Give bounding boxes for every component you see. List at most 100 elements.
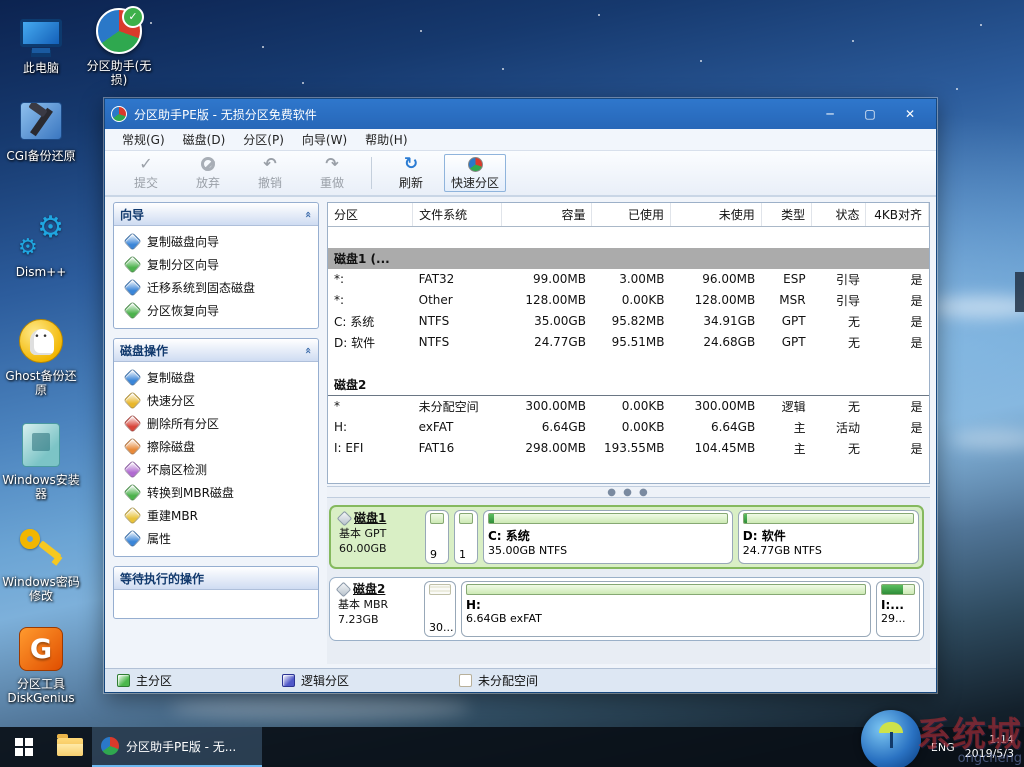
cloud: [950, 430, 1024, 448]
disk-group-row[interactable]: 磁盘2: [328, 374, 929, 396]
cell: 是: [866, 269, 929, 290]
task-label: 分区助手PE版 - 无...: [126, 738, 236, 755]
partition-row[interactable]: *:FAT3299.00MB3.00MB96.00MBESP引导是: [328, 269, 929, 290]
desktop-icon-windows-password[interactable]: Windows密码修改: [2, 522, 80, 603]
language-indicator[interactable]: ENG: [931, 741, 955, 754]
desktop-icon-partition-assistant[interactable]: 分区助手(无损): [80, 6, 158, 87]
disk-group-row[interactable]: 磁盘1 (...: [328, 248, 929, 269]
desktop-icon-diskgenius[interactable]: G 分区工具 DiskGenius: [2, 624, 80, 705]
discard-button[interactable]: 放弃: [177, 151, 239, 195]
column-header[interactable]: 未使用: [671, 203, 762, 227]
quick-partition-label: 快速分区: [451, 174, 499, 191]
legend-item: 未分配空间: [459, 672, 538, 689]
cell: 128.00MB: [671, 290, 762, 311]
partition-size-label: 30...: [429, 621, 451, 635]
refresh-button[interactable]: ↻ 刷新: [380, 151, 442, 195]
sidebar-item[interactable]: 坏扇区检测: [114, 458, 318, 481]
column-header[interactable]: 已使用: [592, 203, 671, 227]
title-bar[interactable]: 分区助手PE版 - 无损分区免费软件 ─ ▢ ✕: [105, 99, 936, 129]
partition-box[interactable]: I:...29...: [876, 581, 920, 637]
maximize-button[interactable]: ▢: [850, 101, 890, 127]
column-header[interactable]: 分区: [328, 203, 413, 227]
sidebar-item[interactable]: 重建MBR: [114, 504, 318, 527]
wipe-disk-icon: [123, 437, 141, 455]
cell: 24.68GB: [671, 332, 762, 353]
partition-box[interactable]: 9: [425, 510, 449, 564]
undo-label: 撤销: [258, 174, 282, 191]
partition-box[interactable]: D: 软件24.77GB NTFS: [738, 510, 919, 564]
sidebar-item[interactable]: 复制分区向导: [114, 253, 318, 276]
menu-item-0[interactable]: 常规(G): [113, 129, 174, 150]
column-header[interactable]: 容量: [501, 203, 592, 227]
disk-strip-1[interactable]: 磁盘1基本 GPT60.00GB91C: 系统35.00GB NTFSD: 软件…: [329, 505, 924, 569]
desktop-icon-ghost-backup[interactable]: Ghost备份还原: [2, 316, 80, 397]
undo-button[interactable]: ↶ 撤销: [239, 151, 301, 195]
minimize-button[interactable]: ─: [810, 101, 850, 127]
close-button[interactable]: ✕: [890, 101, 930, 127]
column-header[interactable]: 4KB对齐: [866, 203, 929, 227]
cell: 未分配空间: [413, 395, 502, 417]
windows-logo-icon: [15, 738, 33, 756]
sidebar-item-label: 转换到MBR磁盘: [147, 484, 234, 501]
column-header[interactable]: 类型: [761, 203, 811, 227]
star: [956, 88, 958, 90]
disk-group-name: 磁盘2: [328, 374, 929, 396]
partition-box[interactable]: 30...: [424, 581, 456, 637]
sidebar-item[interactable]: 擦除磁盘: [114, 435, 318, 458]
menu-item-1[interactable]: 磁盘(D): [174, 129, 235, 150]
cell: 引导: [812, 290, 866, 311]
panel-header[interactable]: 磁盘操作«: [114, 339, 318, 362]
menu-item-4[interactable]: 帮助(H): [356, 129, 416, 150]
collapse-icon[interactable]: «: [302, 346, 315, 353]
file-explorer-button[interactable]: [48, 727, 92, 767]
desktop-icon-label: Ghost备份还原: [2, 369, 80, 397]
redo-button[interactable]: ↷ 重做: [301, 151, 363, 195]
taskbar-active-task[interactable]: 分区助手PE版 - 无...: [92, 727, 262, 767]
panel-body: 复制磁盘向导复制分区向导迁移系统到固态磁盘分区恢复向导: [114, 226, 318, 328]
sidebar-item[interactable]: 快速分区: [114, 389, 318, 412]
desktop-icon-this-pc[interactable]: 此电脑: [2, 8, 80, 75]
menu-item-3[interactable]: 向导(W): [293, 129, 356, 150]
partition-row[interactable]: D: 软件NTFS24.77GB95.51MB24.68GBGPT无是: [328, 332, 929, 353]
partition-recovery-icon: [123, 301, 141, 319]
sidebar-item[interactable]: 复制磁盘: [114, 366, 318, 389]
cell: 是: [866, 438, 929, 459]
partition-box[interactable]: H:6.64GB exFAT: [461, 581, 871, 637]
usage-bar: [743, 513, 914, 524]
column-header[interactable]: 文件系统: [413, 203, 502, 227]
desktop-icon-cgi-backup[interactable]: CGI备份还原: [2, 96, 80, 163]
sidebar-item[interactable]: 删除所有分区: [114, 412, 318, 435]
splitter-handle[interactable]: ● ● ●: [327, 486, 930, 498]
commit-button[interactable]: ✓ 提交: [115, 151, 177, 195]
start-button[interactable]: [0, 727, 48, 767]
partition-box[interactable]: C: 系统35.00GB NTFS: [483, 510, 733, 564]
desktop-icon-windows-installer[interactable]: Windows安装器: [2, 420, 80, 501]
partition-box[interactable]: 1: [454, 510, 478, 564]
check-icon: ✓: [139, 155, 152, 173]
partition-row[interactable]: *未分配空间300.00MB0.00KB300.00MB逻辑无是: [328, 395, 929, 417]
sidebar-item[interactable]: 迁移系统到固态磁盘: [114, 276, 318, 299]
panel-header[interactable]: 等待执行的操作: [114, 567, 318, 590]
partition-row[interactable]: C: 系统NTFS35.00GB95.82MB34.91GBGPT无是: [328, 311, 929, 332]
sidebar-item[interactable]: 转换到MBR磁盘: [114, 481, 318, 504]
partition-row[interactable]: H:exFAT6.64GB0.00KB6.64GB主活动是: [328, 417, 929, 438]
cell: NTFS: [413, 311, 502, 332]
collapse-icon[interactable]: «: [302, 210, 315, 217]
partition-row[interactable]: *:Other128.00MB0.00KB128.00MBMSR引导是: [328, 290, 929, 311]
panel-header[interactable]: 向导«: [114, 203, 318, 226]
disk-graphics: 磁盘1基本 GPT60.00GB91C: 系统35.00GB NTFSD: 软件…: [327, 498, 930, 664]
column-header[interactable]: 状态: [812, 203, 866, 227]
panel-body: 复制磁盘快速分区删除所有分区擦除磁盘坏扇区检测转换到MBR磁盘重建MBR属性: [114, 362, 318, 556]
cell: GPT: [761, 332, 811, 353]
sidebar-item-label: 复制分区向导: [147, 256, 219, 273]
cell: Other: [413, 290, 502, 311]
disk-strip-2[interactable]: 磁盘2基本 MBR7.23GB30...H:6.64GB exFATI:...2…: [329, 577, 924, 641]
menu-item-2[interactable]: 分区(P): [234, 129, 293, 150]
sidebar-item[interactable]: 属性: [114, 527, 318, 550]
sidebar-item[interactable]: 分区恢复向导: [114, 299, 318, 322]
sidebar-item[interactable]: 复制磁盘向导: [114, 230, 318, 253]
clock[interactable]: 1:14 2019/5/3: [965, 733, 1014, 761]
quick-partition-button[interactable]: 快速分区: [444, 154, 506, 192]
partition-row[interactable]: I: EFIFAT16298.00MB193.55MB104.45MB主无是: [328, 438, 929, 459]
desktop-icon-dism[interactable]: ⚙⚙ Dism++: [2, 212, 80, 279]
